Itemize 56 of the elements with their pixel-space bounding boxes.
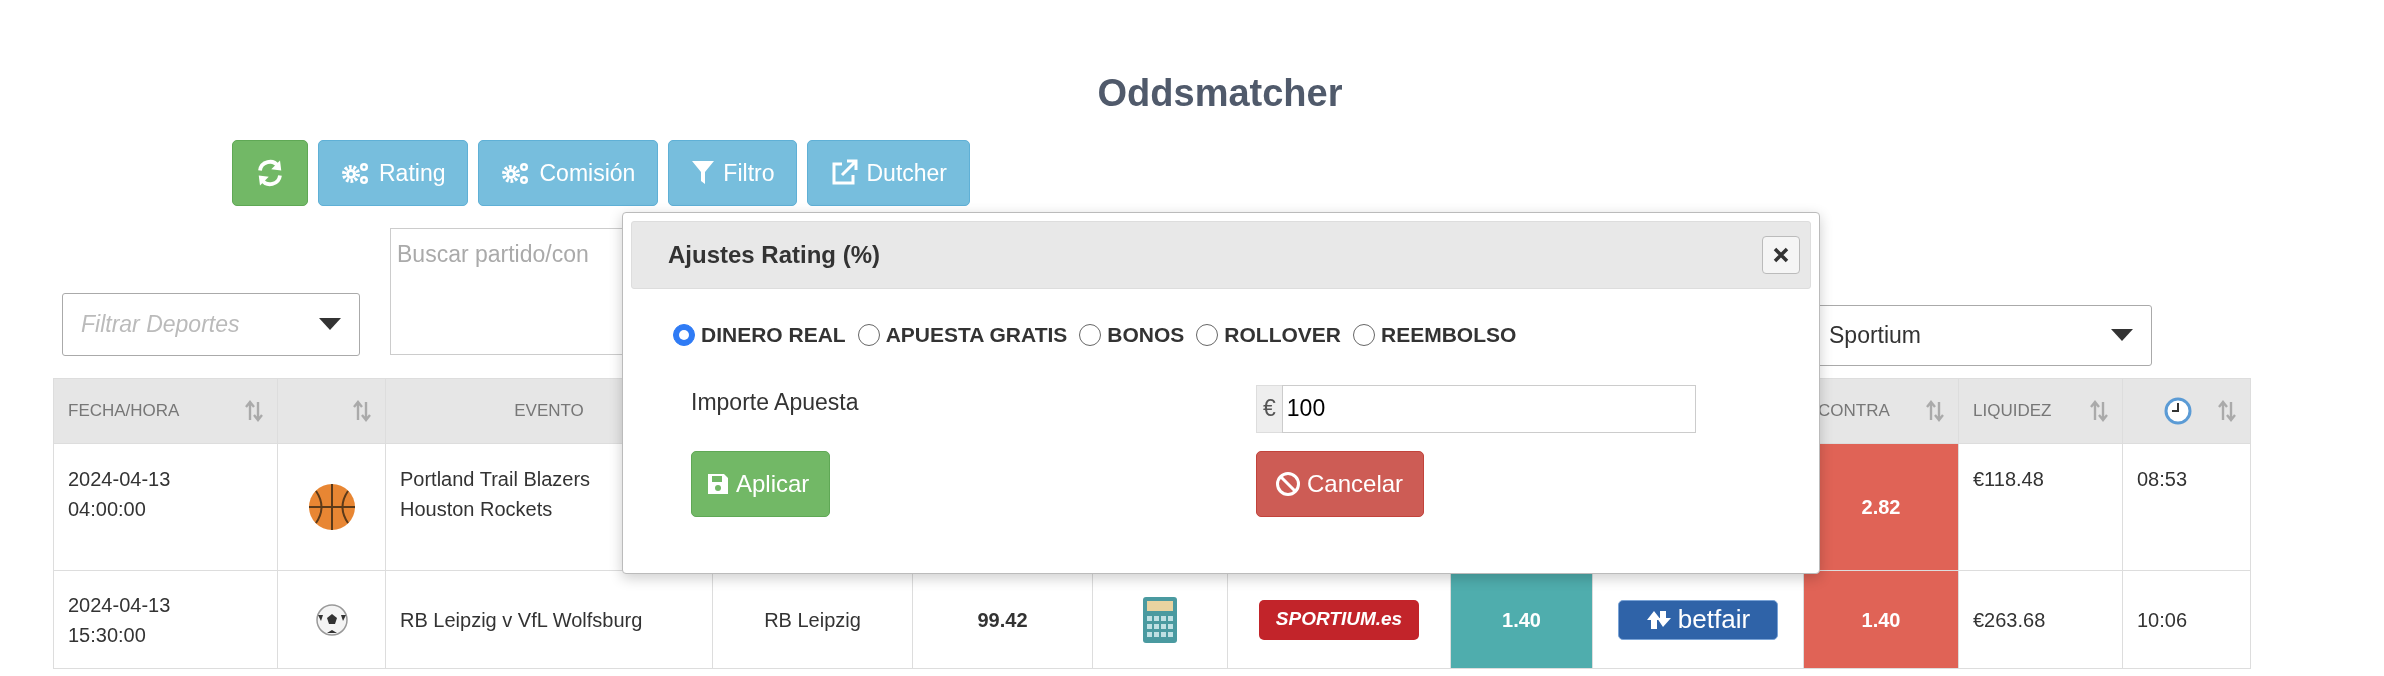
table-cell: 08:53 xyxy=(2123,444,2251,571)
radio-label: APUESTA GRATIS xyxy=(885,322,1068,348)
clock-icon xyxy=(2162,396,2193,426)
sport-filter-dropdown[interactable]: Filtrar Deportes xyxy=(62,293,360,356)
odds-value: 1.40 xyxy=(1502,607,1541,633)
caret-icon xyxy=(319,317,341,332)
external-link-icon xyxy=(830,159,859,187)
currency-addon: € xyxy=(1256,384,1282,433)
table-cell: €263.68 xyxy=(1959,571,2123,669)
sort-icon xyxy=(245,400,263,422)
radio-button[interactable] xyxy=(857,323,880,346)
odds-value: 2.82 xyxy=(1861,495,1901,520)
radio-button[interactable] xyxy=(1079,323,1102,346)
sort-icon xyxy=(2218,400,2236,422)
arrows-icon xyxy=(1645,608,1672,631)
page-title: Oddsmatcher xyxy=(1096,71,1344,116)
filter-icon xyxy=(691,160,716,186)
refresh-icon xyxy=(255,158,285,188)
odds-value: 1.40 xyxy=(1861,607,1901,633)
sort-icon xyxy=(2090,400,2108,422)
column-header[interactable] xyxy=(2123,378,2251,444)
refresh-button[interactable] xyxy=(232,140,308,206)
table-cell: 10:06 xyxy=(2123,571,2251,669)
save-icon xyxy=(706,471,730,496)
close-button[interactable] xyxy=(1762,236,1800,274)
logo-text: betfair xyxy=(1677,603,1751,636)
header-label: EVENTO xyxy=(514,400,584,423)
gears-icon xyxy=(341,160,371,186)
header-label: FECHA/HORA xyxy=(68,400,180,423)
column-header[interactable]: LIQUIDEZ xyxy=(1959,378,2123,444)
radio-label: ROLLOVER xyxy=(1224,322,1341,348)
rating-value: 99.42 xyxy=(977,607,1028,633)
apply-button[interactable]: Aplicar xyxy=(691,450,831,517)
logo-text: SPORTIUM.es xyxy=(1275,607,1403,632)
toolbar-button[interactable]: Dutcher xyxy=(807,140,971,206)
sort-icon xyxy=(1926,400,1944,422)
radio-label: REEMBOLSO xyxy=(1381,322,1517,348)
ban-icon xyxy=(1275,470,1301,497)
toolbar-button[interactable]: Comisión xyxy=(478,140,659,206)
cancel-button[interactable]: Cancelar xyxy=(1256,450,1425,517)
close-icon xyxy=(1773,247,1789,263)
toolbar-button[interactable]: Rating xyxy=(318,140,469,206)
radio-button[interactable] xyxy=(1196,323,1219,346)
radio-button[interactable] xyxy=(1353,323,1375,346)
table-cell: 2024-04-13 04:00:00 xyxy=(54,444,278,571)
header-label: LIQUIDEZ xyxy=(1973,400,2052,423)
radio-button[interactable] xyxy=(673,323,695,346)
column-header[interactable]: FECHA/HORA xyxy=(54,378,278,444)
table-cell: 2024-04-13 15:30:00 xyxy=(54,571,278,669)
header-label: CONTRA xyxy=(1818,400,1890,423)
stake-input[interactable]: 100 xyxy=(1281,384,1696,433)
radio-label: BONOS xyxy=(1107,322,1185,348)
table-cell: €118.48 xyxy=(1959,444,2123,571)
toolbar-button[interactable]: Filtro xyxy=(668,140,798,206)
caret-icon xyxy=(2111,328,2133,343)
sort-icon xyxy=(353,400,371,422)
